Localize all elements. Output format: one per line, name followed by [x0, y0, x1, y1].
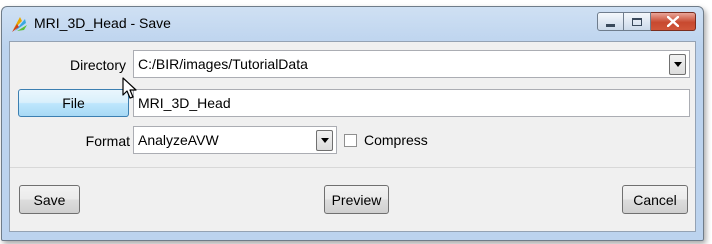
save-button[interactable]: Save	[19, 185, 80, 214]
directory-combobox[interactable]: C:/BIR/images/TutorialData	[133, 50, 690, 78]
file-button[interactable]: File	[18, 89, 129, 117]
dialog-content: Directory C:/BIR/images/TutorialData Fil…	[9, 41, 696, 232]
minimize-icon	[606, 23, 615, 27]
save-button-label: Save	[33, 191, 66, 208]
directory-dropdown-button[interactable]	[669, 54, 686, 75]
mouse-pointer-icon	[122, 77, 137, 99]
minimize-button[interactable]	[597, 12, 624, 31]
chevron-down-icon	[673, 62, 682, 67]
chevron-down-icon	[320, 138, 329, 143]
file-name-input[interactable]: MRI_3D_Head	[133, 89, 690, 117]
format-value: AnalyzeAVW	[138, 132, 219, 148]
app-icon	[11, 15, 29, 33]
title-bar[interactable]: MRI_3D_Head - Save	[2, 7, 703, 41]
save-dialog-window: MRI_3D_Head - Save Directory C:/BIR/imag…	[1, 6, 704, 241]
maximize-icon	[632, 17, 642, 26]
format-label: Format	[85, 133, 130, 149]
close-icon	[667, 16, 679, 27]
file-name-value: MRI_3D_Head	[138, 95, 231, 111]
divider	[10, 167, 695, 168]
cancel-button-label: Cancel	[633, 191, 677, 208]
window-controls	[597, 12, 696, 33]
preview-button[interactable]: Preview	[324, 185, 389, 214]
compress-checkbox[interactable]	[344, 134, 357, 147]
directory-label: Directory	[69, 57, 126, 73]
directory-value: C:/BIR/images/TutorialData	[138, 56, 308, 72]
file-button-label: File	[62, 95, 85, 111]
compress-label: Compress	[364, 132, 428, 148]
close-button[interactable]	[651, 12, 696, 31]
format-select[interactable]: AnalyzeAVW	[133, 126, 337, 154]
preview-button-label: Preview	[331, 191, 382, 208]
cancel-button[interactable]: Cancel	[622, 185, 688, 214]
window-title: MRI_3D_Head - Save	[34, 15, 171, 31]
format-dropdown-button[interactable]	[316, 130, 333, 151]
maximize-button[interactable]	[624, 12, 651, 31]
